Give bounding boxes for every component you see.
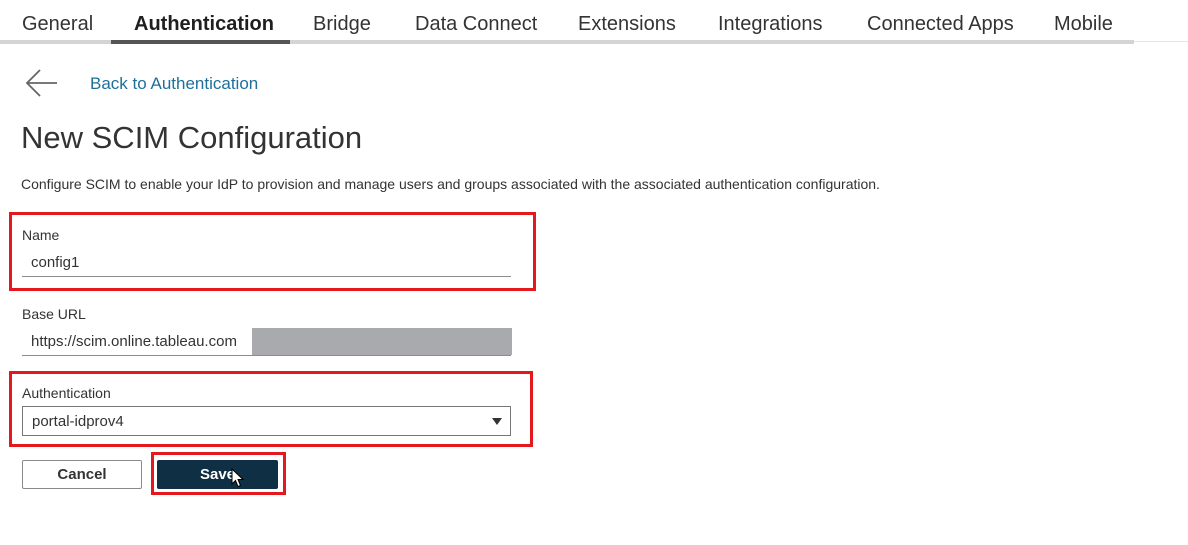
redacted-url-segment [252, 328, 512, 355]
cancel-button[interactable]: Cancel [22, 460, 142, 489]
tab-integrations[interactable]: Integrations [718, 13, 823, 36]
base-url-label: Base URL [22, 306, 86, 322]
tab-general[interactable]: General [22, 13, 93, 36]
tab-extensions[interactable]: Extensions [578, 13, 676, 36]
page-description: Configure SCIM to enable your IdP to pro… [21, 176, 880, 192]
save-button-highlight [151, 452, 286, 495]
active-tab-indicator [111, 40, 290, 44]
settings-tabs: General Authentication Bridge Data Conne… [0, 0, 1188, 46]
tab-bridge[interactable]: Bridge [313, 13, 371, 36]
back-to-authentication-link[interactable]: Back to Authentication [90, 74, 258, 94]
tab-mobile[interactable]: Mobile [1054, 13, 1113, 36]
name-field-highlight [9, 212, 536, 291]
arrow-left-icon[interactable] [25, 68, 59, 98]
tab-data-connect[interactable]: Data Connect [415, 13, 537, 36]
page-title: New SCIM Configuration [21, 120, 363, 155]
tab-track-end [1134, 41, 1188, 42]
authentication-field-highlight [9, 371, 533, 447]
tab-authentication[interactable]: Authentication [134, 13, 274, 36]
tab-connected-apps[interactable]: Connected Apps [867, 13, 1014, 36]
